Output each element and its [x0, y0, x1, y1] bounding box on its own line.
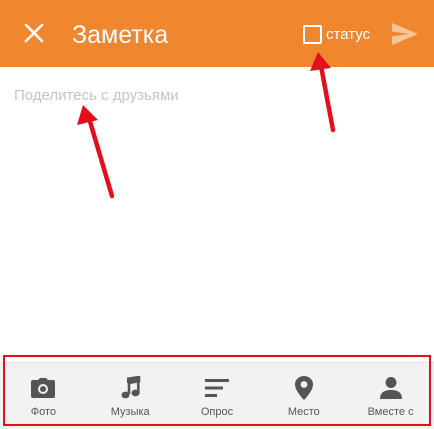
person-icon	[378, 375, 404, 401]
toolbar-item-label: Музыка	[110, 406, 150, 418]
camera-icon	[30, 375, 56, 401]
note-editor-screen: Заметка статус Фото	[0, 0, 434, 429]
close-button[interactable]	[18, 17, 50, 49]
toolbar-item-with[interactable]: Вместе с	[347, 363, 434, 429]
music-note-icon	[117, 375, 143, 401]
toolbar-item-label: Фото	[30, 406, 57, 418]
send-icon	[392, 23, 418, 45]
app-bar: Заметка статус	[0, 0, 434, 67]
toolbar-item-label: Вместе с	[367, 406, 414, 418]
toolbar-item-label: Опрос	[200, 406, 234, 418]
arrow-to-placeholder	[77, 105, 115, 199]
status-checkbox[interactable]: статус	[303, 20, 370, 48]
poll-icon	[204, 375, 230, 401]
send-button[interactable]	[388, 19, 422, 49]
attachment-toolbar: Фото Музыка Опрос Место Вместе с	[0, 362, 434, 429]
page-title: Заметка	[72, 21, 169, 49]
toolbar-item-poll[interactable]: Опрос	[174, 363, 261, 429]
toolbar-item-label: Место	[287, 406, 320, 418]
location-pin-icon	[291, 375, 317, 401]
post-text-input[interactable]	[14, 82, 414, 108]
close-icon	[24, 23, 44, 43]
checkbox-box[interactable]	[303, 24, 322, 44]
toolbar-item-music[interactable]: Музыка	[87, 363, 174, 429]
toolbar-item-place[interactable]: Место	[260, 363, 347, 429]
status-label: статус	[326, 25, 371, 43]
toolbar-item-photo[interactable]: Фото	[0, 363, 87, 429]
